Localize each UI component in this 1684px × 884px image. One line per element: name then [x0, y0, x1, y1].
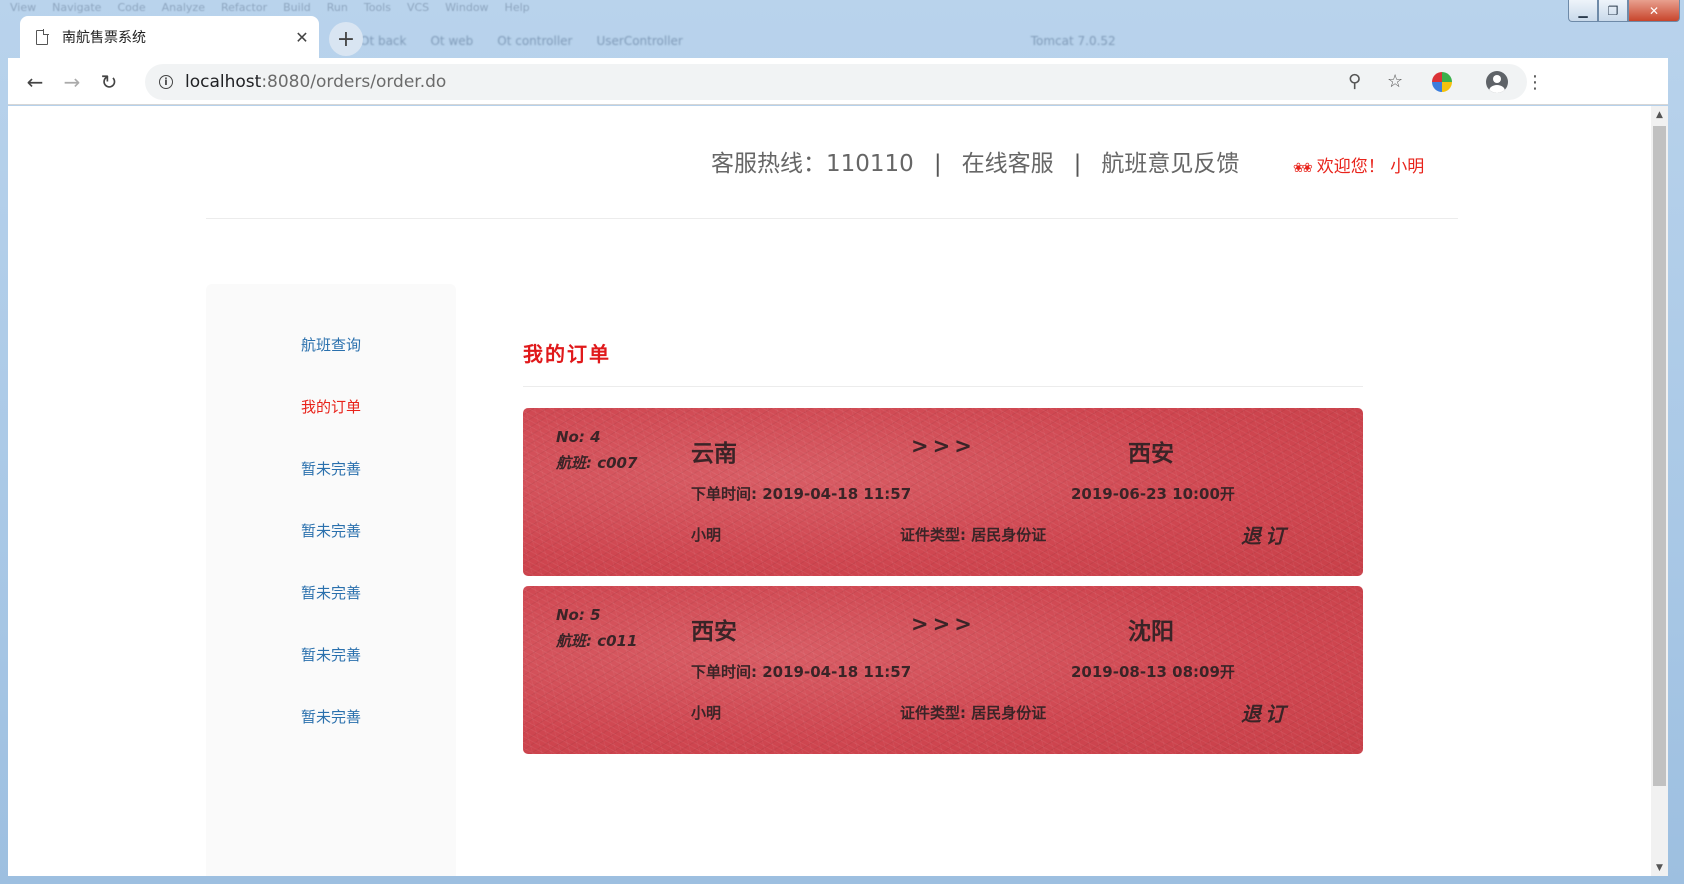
browser-toolbar: ← → ↻ i localhost:8080/orders/order.do ⚲…	[8, 58, 1668, 105]
tab-close-icon[interactable]: ✕	[285, 28, 319, 47]
separator: |	[1073, 151, 1082, 177]
order-number: No: 5	[556, 606, 601, 624]
refund-button[interactable]: 退订	[1241, 520, 1289, 549]
url-host: localhost	[185, 72, 262, 92]
separator: |	[933, 151, 942, 177]
sidebar-item-placeholder[interactable]: 暂未完善	[206, 644, 456, 665]
flower-icon: ❀❀	[1293, 161, 1313, 176]
order-time: 下单时间: 2019-04-18 11:57	[691, 485, 912, 503]
scroll-up-icon[interactable]: ▲	[1651, 106, 1668, 123]
feedback-link[interactable]: 航班意见反馈	[1101, 151, 1239, 177]
page-title: 我的订单	[523, 342, 611, 366]
welcome-text: 欢迎您！ 小明	[1316, 157, 1425, 177]
flight-code: 航班: c007	[556, 454, 638, 472]
arrival-city: 西安	[1128, 441, 1174, 467]
background-window-menubar: View Navigate Code Analyze Refactor Build Run T…	[10, 1, 530, 14]
id-type: 证件类型: 居民身份证	[900, 526, 1047, 544]
divider	[523, 386, 1363, 387]
online-service-link[interactable]: 在线客服	[962, 151, 1054, 177]
id-type: 证件类型: 居民身份证	[900, 704, 1047, 722]
tab-title: 南航售票系统	[62, 30, 146, 46]
forward-arrow-icon[interactable]: →	[59, 69, 85, 95]
departure-city: 云南	[691, 441, 737, 467]
flight-code: 航班: c011	[556, 632, 638, 650]
departure-city: 西安	[691, 619, 737, 645]
maximize-button[interactable]: ❐	[1598, 0, 1628, 22]
arrival-city: 沈阳	[1128, 619, 1174, 645]
vertical-scrollbar[interactable]: ▲ ▼	[1651, 106, 1668, 876]
zoom-icon[interactable]: ⚲	[1348, 71, 1361, 92]
site-header: 客服热线：110110 | 在线客服 | 航班意见反馈 ❀❀ 欢迎您！ 小明	[206, 106, 1458, 219]
order-time: 下单时间: 2019-04-18 11:57	[691, 663, 912, 681]
sidebar-item-flight-search[interactable]: 航班查询	[206, 334, 456, 355]
passenger-name: 小明	[691, 526, 722, 544]
sidebar-item-placeholder[interactable]: 暂未完善	[206, 706, 456, 727]
info-icon[interactable]: i	[159, 75, 173, 89]
order-ticket: No: 5 航班: c011 西安 >>> 沈阳 下单时间: 2019-04-1…	[523, 586, 1363, 754]
sidebar-item-placeholder[interactable]: 暂未完善	[206, 582, 456, 603]
welcome-message: ❀❀ 欢迎您！ 小明	[1293, 152, 1424, 177]
route-arrows: >>>	[911, 612, 976, 636]
address-bar[interactable]: i localhost:8080/orders/order.do ⚲ ☆	[145, 64, 1527, 100]
browser-tab[interactable]: 南航售票系统 ✕	[20, 16, 319, 58]
profile-avatar-icon[interactable]	[1484, 69, 1510, 95]
new-tab-button[interactable]: +	[329, 22, 363, 56]
reload-icon[interactable]: ↻	[96, 69, 122, 95]
background-window-toolbar: Ot back Ot web Ot controller UserController…	[360, 34, 1116, 48]
minimize-button[interactable]: ▁	[1568, 0, 1598, 22]
passenger-name: 小明	[691, 704, 722, 722]
route-arrows: >>>	[911, 434, 976, 458]
sidebar-item-placeholder[interactable]: 暂未完善	[206, 458, 456, 479]
order-number: No: 4	[556, 428, 601, 446]
sidebar-item-placeholder[interactable]: 暂未完善	[206, 520, 456, 541]
departure-time: 2019-08-13 08:09开	[1071, 663, 1235, 681]
refund-button[interactable]: 退订	[1241, 698, 1289, 727]
header-links: 客服热线：110110 | 在线客服 | 航班意见反馈	[711, 144, 1239, 178]
departure-time: 2019-06-23 10:00开	[1071, 485, 1235, 503]
hotline-text: 客服热线：110110	[711, 151, 914, 177]
back-arrow-icon[interactable]: ←	[22, 69, 48, 95]
order-ticket: No: 4 航班: c007 云南 >>> 西安 下单时间: 2019-04-1…	[523, 408, 1363, 576]
url-path: :8080/orders/order.do	[261, 72, 447, 92]
extension-icon[interactable]	[1429, 69, 1455, 95]
page-icon	[36, 28, 49, 45]
scrollbar-thumb[interactable]	[1653, 126, 1666, 786]
sidebar-item-my-orders[interactable]: 我的订单	[206, 396, 456, 417]
close-window-button[interactable]: ✕	[1628, 0, 1680, 22]
sidebar: 航班查询 我的订单 暂未完善 暂未完善 暂未完善 暂未完善 暂未完善	[206, 284, 456, 876]
scroll-down-icon[interactable]: ▼	[1651, 859, 1668, 876]
page-viewport: 客服热线：110110 | 在线客服 | 航班意见反馈 ❀❀ 欢迎您！ 小明 航班查询 我…	[8, 106, 1668, 876]
menu-kebab-icon[interactable]: ⋮	[1522, 69, 1548, 95]
bookmark-star-icon[interactable]: ☆	[1387, 71, 1403, 92]
window-controls: ▁ ❐ ✕	[1568, 0, 1680, 26]
